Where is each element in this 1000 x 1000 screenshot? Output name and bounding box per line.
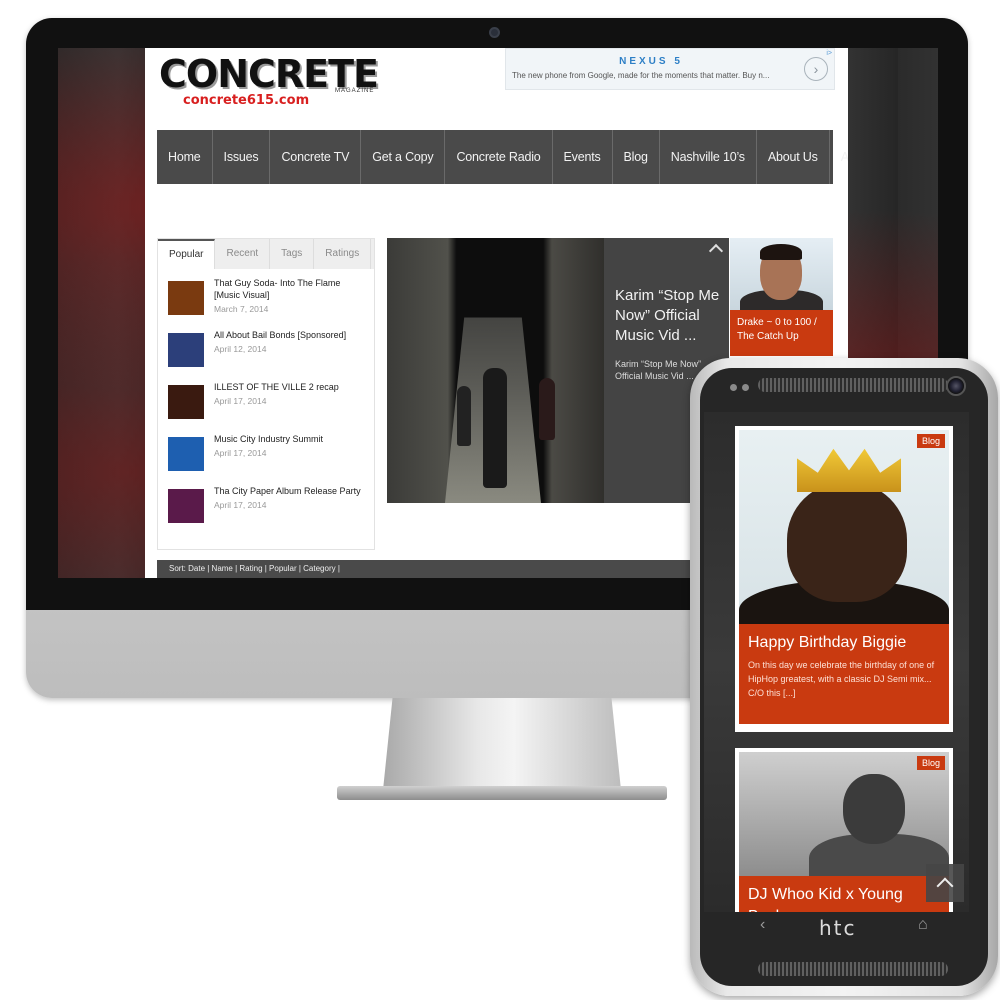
category-badge[interactable]: Blog — [916, 756, 945, 770]
monitor-stand — [383, 698, 621, 790]
webcam-icon — [489, 27, 500, 38]
post-title[interactable]: Tha City Paper Album Release Party — [214, 485, 361, 497]
sensor-dot — [730, 384, 737, 391]
back-icon[interactable]: ‹ — [760, 916, 765, 934]
list-item[interactable]: ILLEST OF THE VILLE 2 recap April 17, 20… — [168, 381, 364, 433]
nav-nashville-10s[interactable]: Nashville 10’s — [660, 130, 757, 184]
speaker-grille — [758, 378, 948, 392]
sensor-dot — [742, 384, 749, 391]
post-card-body: DJ Whoo Kid x Young Buck — [739, 876, 949, 912]
post-card-title[interactable]: Happy Birthday Biggie — [748, 632, 940, 654]
ad-text: The new phone from Google, made for the … — [512, 71, 770, 80]
tab-tags[interactable]: Tags — [270, 239, 315, 269]
nav-concrete-tv[interactable]: Concrete TV — [270, 130, 362, 184]
logo-tagline: MAGAZINE — [335, 88, 375, 94]
post-title[interactable]: That Guy Soda- Into The Flame [Music Vis… — [214, 277, 364, 301]
ad-banner[interactable]: NEXUS 5 The new phone from Google, made … — [505, 48, 835, 90]
post-date: March 7, 2014 — [214, 304, 269, 314]
photo-face — [787, 482, 907, 602]
video-person — [457, 386, 471, 446]
post-date: April 17, 2014 — [214, 396, 267, 406]
speaker-grille — [758, 962, 948, 976]
nav-events[interactable]: Events — [553, 130, 613, 184]
post-thumbnail[interactable] — [168, 333, 204, 367]
home-icon[interactable]: ⌂ — [918, 916, 928, 934]
video-person — [539, 378, 555, 440]
post-date: April 12, 2014 — [214, 344, 267, 354]
nav-about-us[interactable]: About Us — [757, 130, 830, 184]
post-date: April 17, 2014 — [214, 448, 267, 458]
video-person — [483, 368, 507, 488]
chevron-up-icon[interactable] — [708, 243, 724, 259]
popular-list: That Guy Soda- Into The Flame [Music Vis… — [158, 269, 374, 537]
featured-video-image[interactable] — [387, 238, 604, 503]
post-card-title[interactable]: DJ Whoo Kid x Young Buck — [748, 884, 940, 912]
nav-advertise[interactable]: Advertise — [830, 130, 848, 184]
nav-get-a-copy[interactable]: Get a Copy — [361, 130, 446, 184]
photo-face — [843, 774, 905, 844]
post-card-image[interactable]: Blog — [739, 430, 949, 624]
scroll-to-top-button[interactable] — [926, 864, 964, 902]
side-post-caption[interactable]: Drake ~ 0 to 100 / The Catch Up — [730, 310, 833, 356]
nav-home[interactable]: Home — [157, 130, 213, 184]
featured-post-title[interactable]: Karim “Stop Me Now” Official Music Vid .… — [615, 286, 723, 346]
list-item[interactable]: Music City Industry Summit April 17, 201… — [168, 433, 364, 485]
list-item[interactable]: Tha City Paper Album Release Party April… — [168, 485, 364, 537]
post-card-body: Happy Birthday Biggie On this day we cel… — [739, 624, 949, 724]
logo-url: concrete615.com — [183, 93, 310, 108]
tab-popular[interactable]: Popular — [158, 239, 216, 269]
tab-ratings[interactable]: Ratings — [314, 239, 372, 269]
main-nav: Home Issues Concrete TV Get a Copy Concr… — [157, 130, 848, 184]
chevron-right-icon[interactable]: › — [804, 57, 828, 81]
nav-issues[interactable]: Issues — [213, 130, 271, 184]
post-date: April 17, 2014 — [214, 500, 267, 510]
photo-hair — [760, 244, 802, 260]
crown-icon — [797, 448, 901, 492]
post-title[interactable]: All About Bail Bonds [Sponsored] — [214, 329, 346, 341]
post-card-image[interactable]: Blog — [739, 752, 949, 876]
post-card[interactable]: Blog Happy Birthday Biggie On this day w… — [735, 426, 953, 732]
nav-concrete-radio[interactable]: Concrete Radio — [445, 130, 553, 184]
tab-recent[interactable]: Recent — [215, 239, 271, 269]
post-title[interactable]: ILLEST OF THE VILLE 2 recap — [214, 381, 339, 393]
post-thumbnail[interactable] — [168, 281, 204, 315]
post-title[interactable]: Music City Industry Summit — [214, 433, 323, 445]
category-badge[interactable]: Blog — [916, 434, 945, 448]
chevron-up-icon — [936, 877, 954, 895]
site-logo[interactable]: CONCRETE MAGAZINE concrete615.com — [159, 54, 379, 118]
list-item[interactable]: That Guy Soda- Into The Flame [Music Vis… — [168, 277, 364, 329]
nav-blog[interactable]: Blog — [613, 130, 660, 184]
post-card-excerpt: On this day we celebrate the birthday of… — [748, 660, 935, 698]
post-thumbnail[interactable] — [168, 489, 204, 523]
phone-screen: Blog Happy Birthday Biggie On this day w… — [704, 412, 969, 912]
post-thumbnail[interactable] — [168, 385, 204, 419]
list-item[interactable]: All About Bail Bonds [Sponsored] April 1… — [168, 329, 364, 381]
monitor-stand-base — [337, 786, 667, 800]
front-camera-icon — [946, 376, 966, 396]
popular-widget: Popular Recent Tags Ratings That Guy Sod… — [157, 238, 375, 550]
side-post-image[interactable] — [730, 238, 833, 310]
post-card[interactable]: Blog DJ Whoo Kid x Young Buck — [735, 748, 953, 912]
brand-logo: htc — [819, 916, 857, 940]
widget-tabs: Popular Recent Tags Ratings — [158, 239, 374, 269]
ad-close-icon[interactable]: i> — [826, 50, 832, 57]
ad-title: NEXUS 5 — [619, 56, 683, 67]
post-thumbnail[interactable] — [168, 437, 204, 471]
